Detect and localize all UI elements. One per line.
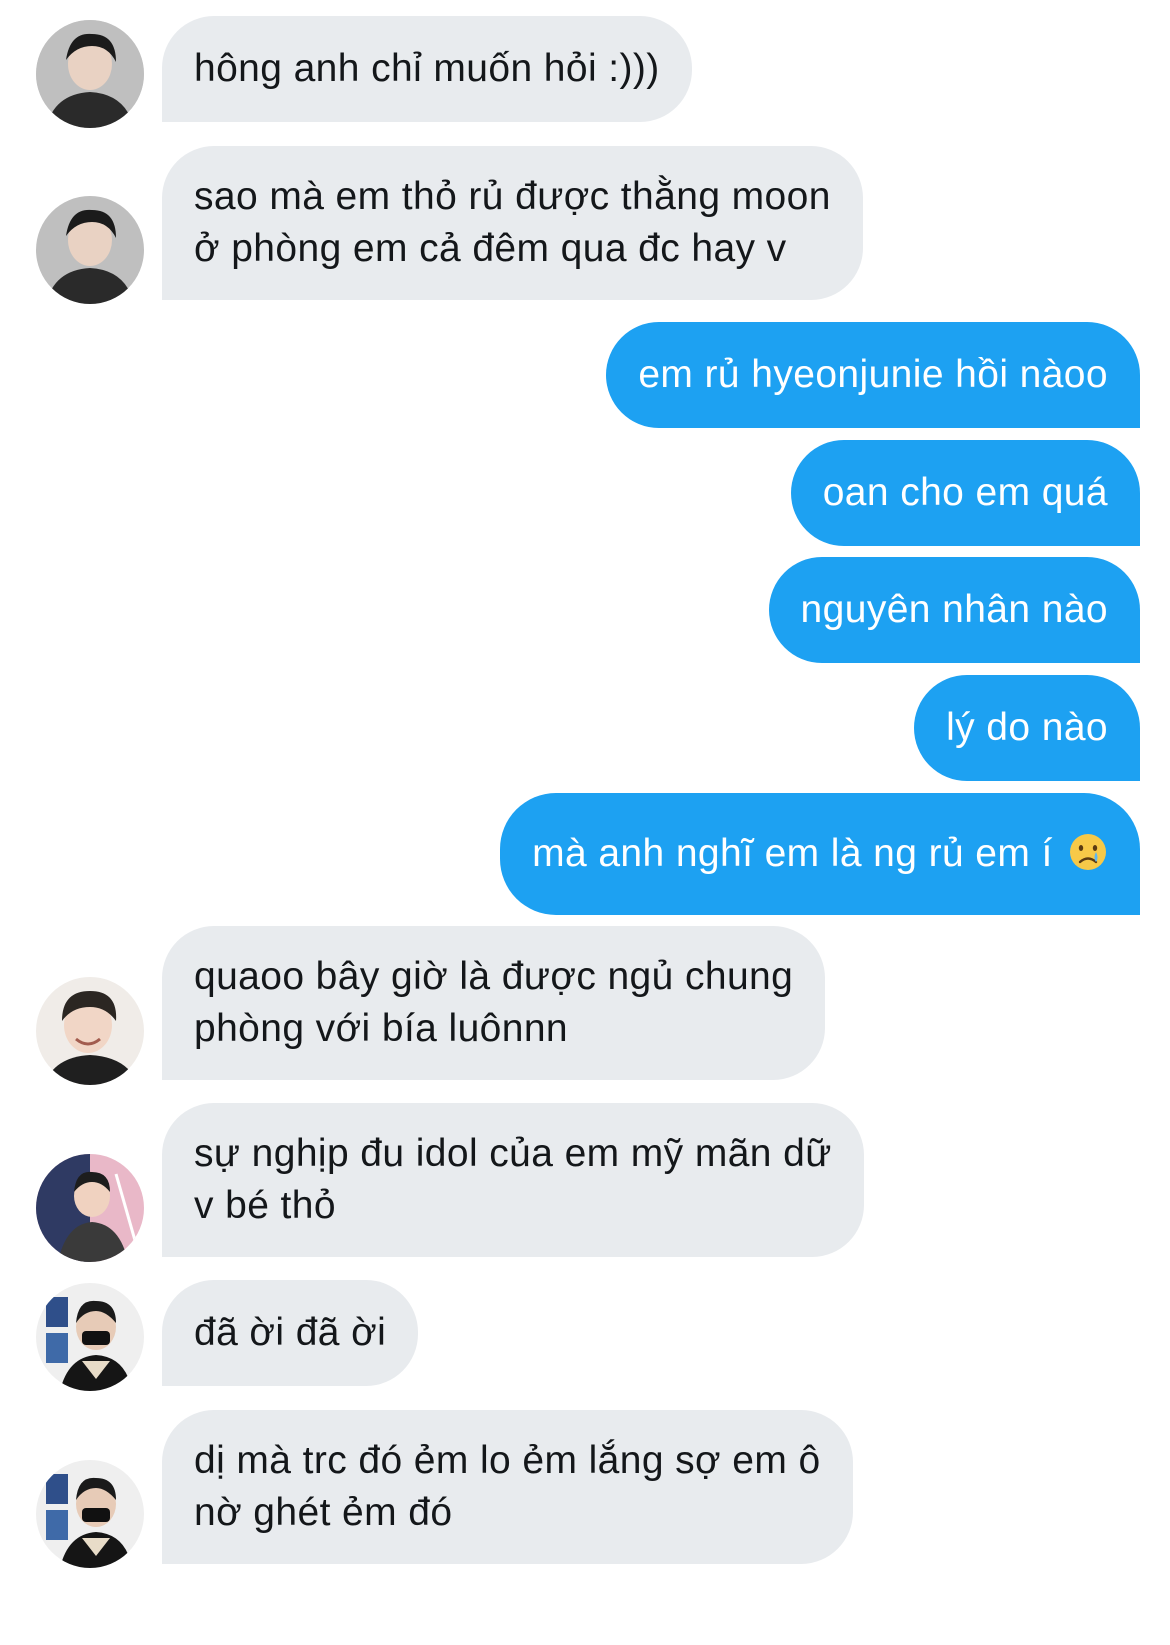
message-text: nguyên nhân nào (800, 588, 1108, 631)
message-text: sự nghịp đu idol của em mỹ mãn dữ (194, 1132, 832, 1175)
message-bubble[interactable]: lý do nào (914, 675, 1140, 781)
sender-avatar[interactable] (36, 977, 144, 1085)
message-bubble[interactable]: nguyên nhân nào (768, 557, 1140, 663)
message-text: ở phòng em cả đêm qua đc hay v (194, 227, 787, 270)
message-text-with-emoji: mà anh nghĩ em là ng rủ em í (532, 828, 1108, 880)
message-bubble[interactable]: em rủ hyeonjunie hồi nàoo (606, 322, 1140, 428)
message-text: mà anh nghĩ em là ng rủ em í (532, 832, 1053, 875)
message-bubble[interactable]: sao mà em thỏ rủ được thằng moon ở phòng… (162, 146, 863, 300)
avatar-photo-icon (36, 977, 144, 1085)
message-text: oan cho em quá (822, 471, 1108, 514)
message-text: quaoo bây giờ là được ngủ chung (194, 955, 794, 998)
message-bubble[interactable]: oan cho em quá (790, 440, 1140, 546)
message-bubble[interactable]: mà anh nghĩ em là ng rủ em í (500, 793, 1140, 915)
avatar-photo-icon (36, 1154, 144, 1262)
message-text: phòng với bía luônnn (194, 1007, 569, 1050)
message-text: lý do nào (946, 706, 1108, 749)
avatar-photo-icon (36, 1460, 144, 1568)
crying-face-emoji-icon (1053, 832, 1108, 875)
message-text: v bé thỏ (194, 1184, 336, 1227)
message-text: nờ ghét ẻm đó (194, 1491, 453, 1534)
message-text: sao mà em thỏ rủ được thằng moon (194, 175, 831, 218)
sender-avatar[interactable] (36, 1460, 144, 1568)
sender-avatar[interactable] (36, 1154, 144, 1262)
avatar-photo-icon (36, 20, 144, 128)
message-text: em rủ hyeonjunie hồi nàoo (638, 353, 1108, 396)
message-text: hông anh chỉ muốn hỏi :))) (194, 47, 660, 90)
message-bubble[interactable]: hông anh chỉ muốn hỏi :))) (162, 16, 692, 122)
sender-avatar[interactable] (36, 20, 144, 128)
message-text: đã ời đã ời (194, 1311, 387, 1354)
avatar-photo-icon (36, 196, 144, 304)
message-bubble[interactable]: sự nghịp đu idol của em mỹ mãn dữ v bé t… (162, 1103, 864, 1257)
sender-avatar[interactable] (36, 1283, 144, 1391)
message-bubble[interactable]: dị mà trc đó ẻm lo ẻm lắng sợ em ô nờ gh… (162, 1410, 853, 1564)
message-bubble[interactable]: đã ời đã ời (162, 1280, 419, 1386)
message-bubble[interactable]: quaoo bây giờ là được ngủ chung phòng vớ… (162, 926, 826, 1080)
message-text: dị mà trc đó ẻm lo ẻm lắng sợ em ô (194, 1439, 821, 1482)
sender-avatar[interactable] (36, 196, 144, 304)
avatar-photo-icon (36, 1283, 144, 1391)
